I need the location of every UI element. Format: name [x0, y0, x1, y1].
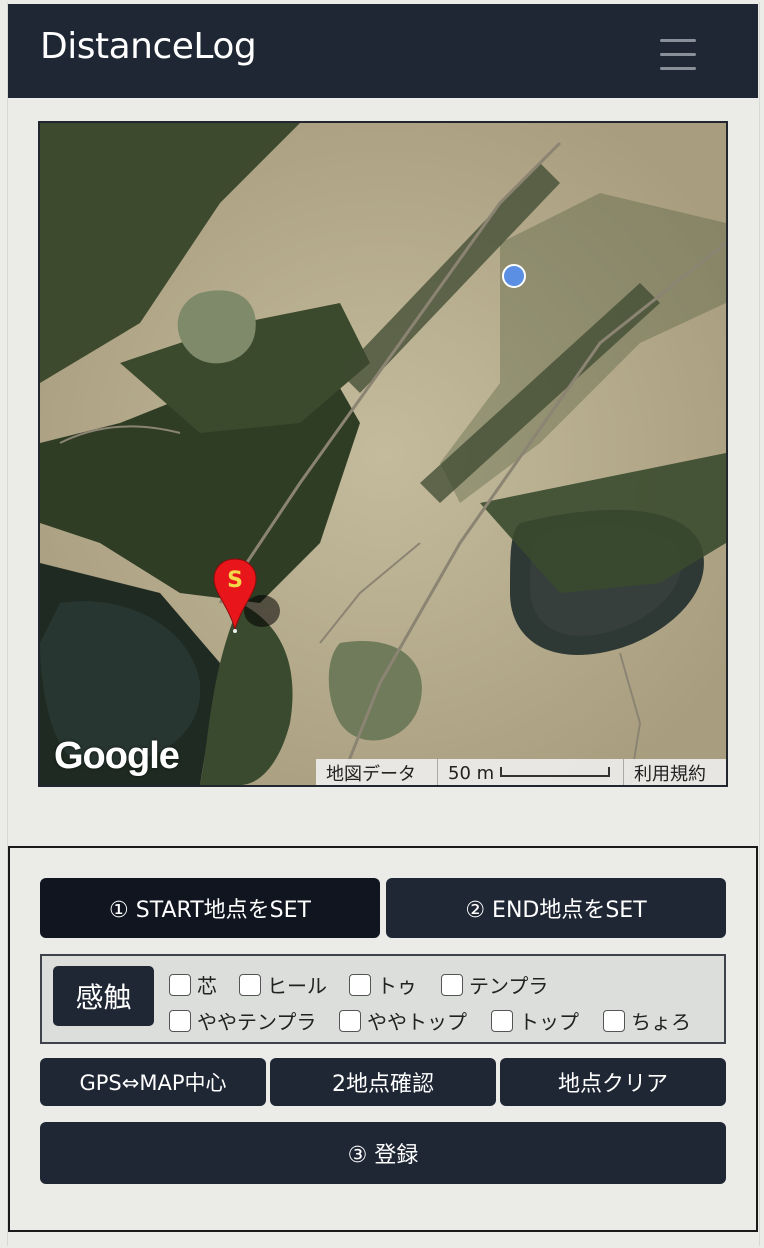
register-button[interactable]: ③ 登録 [40, 1122, 726, 1184]
set-end-button[interactable]: ② END地点をSET [386, 878, 726, 938]
feel-option-toe[interactable]: トゥ [349, 970, 417, 999]
set-start-button[interactable]: ① START地点をSET [40, 878, 380, 938]
feel-option-top[interactable]: トップ [491, 1006, 579, 1035]
start-marker[interactable]: S [210, 557, 280, 639]
hamburger-icon[interactable] [658, 37, 698, 70]
control-panel: ① START地点をSET ② END地点をSET 感触 芯 ヒール トゥ テン… [8, 846, 758, 1232]
satellite-imagery [40, 123, 726, 785]
feel-option-slight-tempura[interactable]: ややテンプラ [169, 1006, 316, 1035]
gps-map-center-button[interactable]: GPS⇔MAP中心 [40, 1058, 266, 1106]
feel-checkbox-group: 感触 芯 ヒール トゥ テンプラ ややテンプラ ややトップ トップ ちょろ [40, 954, 726, 1044]
feel-option-slight-top[interactable]: ややトップ [339, 1006, 467, 1035]
terms-link[interactable]: 利用規約 [624, 759, 726, 785]
confirm-points-button[interactable]: 2地点確認 [270, 1058, 496, 1106]
checkbox[interactable] [169, 973, 191, 996]
checkbox[interactable] [441, 973, 463, 996]
google-logo: Google [54, 735, 180, 777]
map-data-link[interactable]: 地図データ [316, 759, 438, 785]
checkbox[interactable] [239, 973, 261, 996]
feel-option-chunk[interactable]: ちょろ [603, 1006, 691, 1035]
checkbox[interactable] [349, 973, 371, 996]
start-marker-label: S [227, 568, 243, 593]
checkbox[interactable] [491, 1009, 513, 1032]
brand-title[interactable]: DistanceLog [40, 26, 257, 67]
map-scale[interactable]: 50 m [438, 759, 624, 785]
map-view[interactable]: S Google 地図データ 50 m 利用規約 [38, 121, 728, 787]
current-location-dot [502, 264, 526, 288]
scale-bar [500, 767, 610, 777]
checkbox[interactable] [169, 1009, 191, 1032]
checkbox[interactable] [339, 1009, 361, 1032]
feel-option-tempura[interactable]: テンプラ [441, 970, 548, 999]
feel-option-sweet-spot[interactable]: 芯 [169, 970, 217, 999]
touch-label: 感触 [53, 966, 154, 1026]
clear-points-button[interactable]: 地点クリア [500, 1058, 726, 1106]
checkbox[interactable] [603, 1009, 625, 1032]
navbar: DistanceLog [8, 4, 758, 98]
scale-label: 50 m [448, 762, 495, 784]
feel-option-heel[interactable]: ヒール [239, 970, 327, 999]
